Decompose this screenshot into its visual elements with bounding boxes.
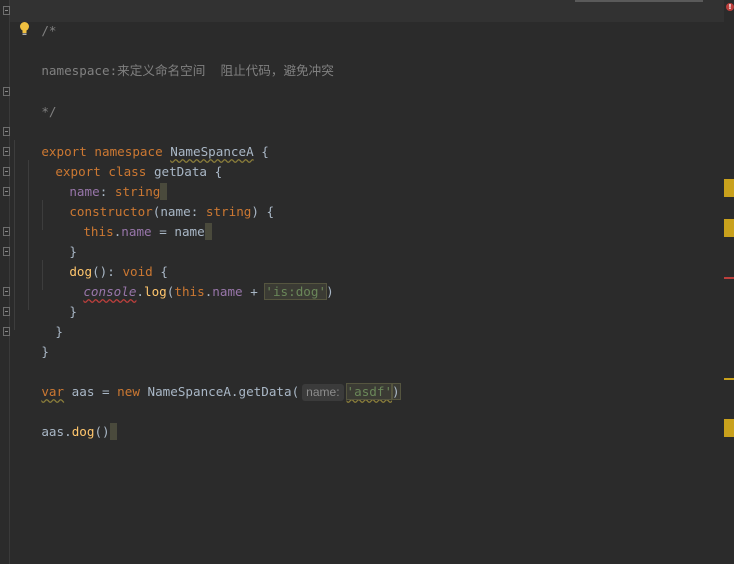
keyword-this: this [83, 224, 114, 239]
fold-marker-comment[interactable] [3, 6, 10, 15]
method-call-dog: dog [71, 424, 95, 439]
namespace-ref: NameSpanceA. [139, 384, 239, 399]
code-line-13[interactable]: dog(): void { [39, 242, 168, 279]
code-line-7[interactable]: export namespace NameSpanceA { [11, 122, 269, 159]
fold-marker-prop[interactable] [3, 167, 10, 176]
warning-marker[interactable] [724, 179, 734, 197]
dot: . [136, 284, 145, 299]
comment-text: namespace:来定义命名空间 阻止代码，避免冲突 [41, 63, 334, 78]
string-literal: 'is:dog' [264, 283, 328, 300]
this-name-property: name [212, 284, 243, 299]
warning-marker[interactable] [724, 219, 734, 237]
code-line-10[interactable]: constructor(name: string) { [39, 182, 274, 219]
brace: } [41, 344, 49, 359]
comment-close: */ [41, 104, 57, 119]
code-line-9[interactable]: name: string [39, 162, 168, 200]
caret-highlight [109, 423, 117, 440]
code-line-8[interactable]: export class getData { [25, 142, 222, 179]
current-line-highlight [10, 0, 724, 22]
string-literal: 'asdf' [345, 383, 394, 400]
keyword-var: var [41, 384, 65, 399]
fold-marker-method[interactable] [3, 247, 10, 256]
code-line-11[interactable]: this.name = name [53, 202, 212, 240]
code-line-15[interactable]: } [39, 282, 77, 319]
scroll-indicator[interactable] [575, 0, 703, 2]
variable-name: aas = [64, 384, 118, 399]
type-string: string [205, 204, 252, 219]
code-editor[interactable]: /* namespace:来定义命名空间 阻止代码，避免冲突 */ export… [0, 0, 734, 564]
code-line-1[interactable]: /* [11, 1, 56, 38]
keyword-new: new [117, 384, 140, 399]
equals: = [151, 224, 175, 239]
code-line-21[interactable]: aas.dog() [11, 402, 117, 440]
gutter-divider [9, 0, 10, 564]
paren: ( [291, 384, 300, 399]
code-line-3[interactable]: namespace:来定义命名空间 阻止代码，避免冲突 [11, 41, 334, 78]
paren-brace: ) { [251, 204, 275, 219]
fold-marker-namespace[interactable] [3, 127, 10, 136]
error-icon[interactable]: ! [726, 3, 734, 11]
fold-marker-class-end[interactable] [3, 307, 10, 316]
code-line-16[interactable]: } [25, 302, 63, 339]
brace: { [253, 144, 269, 159]
code-line-12[interactable]: } [39, 222, 77, 259]
comment-open: /* [41, 23, 57, 38]
fold-marker-namespace-end[interactable] [3, 327, 10, 336]
brace: { [207, 164, 223, 179]
error-marker[interactable] [724, 277, 734, 279]
warning-marker[interactable] [724, 378, 734, 380]
fold-marker-comment-end[interactable] [3, 87, 10, 96]
code-line-17[interactable]: } [11, 322, 49, 359]
parens: () [94, 424, 110, 439]
fold-marker-method-end[interactable] [3, 287, 10, 296]
code-line-19[interactable]: var aas = new NameSpanceA.getData(name: '… [11, 362, 401, 401]
name-value: name [174, 224, 205, 239]
paren: ) [326, 284, 334, 299]
fold-marker-constructor-end[interactable] [3, 227, 10, 236]
code-line-14[interactable]: console.log(this.name + 'is:dog') [53, 262, 334, 300]
brace: } [69, 304, 77, 319]
brace: } [55, 324, 63, 339]
console-object: console [83, 284, 137, 299]
this-name-property: name [121, 224, 152, 239]
log-function: log [144, 284, 167, 299]
object-ref: aas. [41, 424, 72, 439]
warning-marker[interactable] [724, 419, 734, 437]
fold-marker-constructor[interactable] [3, 187, 10, 196]
caret-highlight [204, 223, 212, 240]
parameter-hint: name: [302, 384, 344, 401]
fold-marker-class[interactable] [3, 147, 10, 156]
plus: + [242, 284, 266, 299]
function-getdata: getData [238, 384, 292, 399]
keyword-this: this [174, 284, 205, 299]
paren: ) [391, 383, 401, 400]
code-line-5[interactable]: */ [11, 82, 56, 119]
